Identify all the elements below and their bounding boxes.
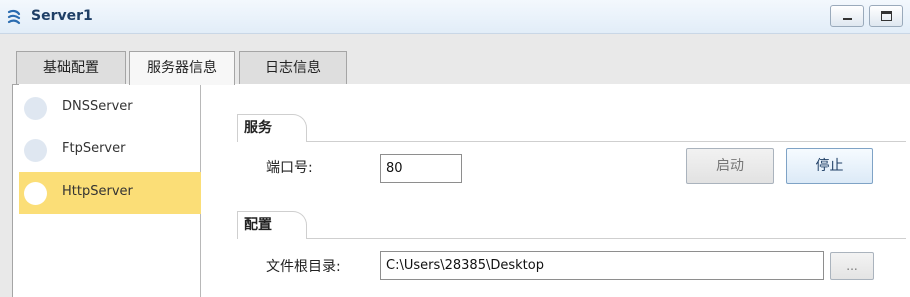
server-list: DNSServer FtpServer HttpServer — [19, 84, 201, 297]
sidebar-item-dns-server[interactable]: DNSServer — [19, 87, 201, 129]
tab-basic-config[interactable]: 基础配置 — [16, 51, 126, 84]
start-button[interactable]: 启动 — [686, 148, 774, 184]
service-group-title: 服务 — [237, 114, 307, 142]
window-title: Server1 — [31, 8, 93, 24]
port-field[interactable]: 80 — [380, 154, 462, 183]
port-label: 端口号: — [266, 160, 313, 176]
tab-log-info[interactable]: 日志信息 — [239, 51, 347, 84]
service-group-header: 服务 — [237, 114, 906, 142]
server-status-icon — [24, 182, 47, 205]
maximize-button[interactable] — [869, 5, 903, 27]
browse-button[interactable]: ... — [830, 252, 874, 280]
group-divider — [237, 238, 906, 239]
sidebar-item-http-server[interactable]: HttpServer — [19, 172, 201, 214]
config-group-title: 配置 — [237, 211, 307, 239]
root-dir-field[interactable]: C:\Users\28385\Desktop — [380, 251, 824, 280]
minimize-button[interactable] — [830, 5, 864, 27]
server-status-icon — [24, 97, 47, 120]
server-status-icon — [24, 139, 47, 162]
server-network-icon — [7, 9, 21, 25]
sidebar-item-ftp-server[interactable]: FtpServer — [19, 129, 201, 171]
sidebar-item-label: DNSServer — [62, 99, 133, 114]
stop-button[interactable]: 停止 — [786, 148, 873, 184]
minimize-icon — [843, 18, 852, 20]
config-group-header: 配置 — [237, 211, 906, 239]
sidebar-item-label: HttpServer — [62, 184, 133, 199]
maximize-icon — [881, 11, 892, 21]
title-bar: Server1 — [0, 0, 910, 34]
root-dir-label: 文件根目录: — [266, 259, 341, 275]
group-divider — [237, 141, 906, 142]
tab-server-info[interactable]: 服务器信息 — [129, 51, 235, 85]
sidebar-item-label: FtpServer — [62, 141, 126, 156]
